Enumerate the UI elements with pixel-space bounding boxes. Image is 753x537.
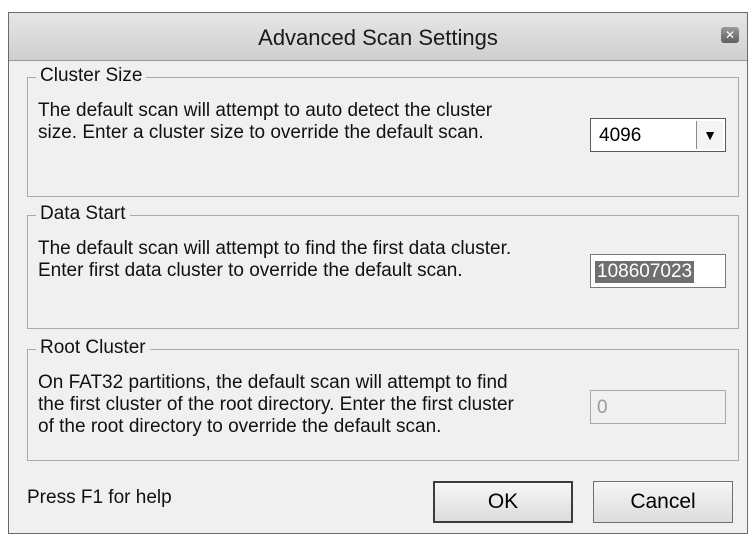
ok-button[interactable]: OK [433, 481, 573, 523]
cancel-button[interactable]: Cancel [593, 481, 733, 523]
data-start-description: The default scan will attempt to find th… [38, 238, 512, 281]
chevron-down-icon[interactable]: ▼ [696, 121, 723, 149]
advanced-scan-settings-dialog: Advanced Scan Settings ✕ Cluster Size Th… [8, 12, 748, 534]
root-cluster-group: Root Cluster On FAT32 partitions, the de… [27, 337, 739, 461]
data-start-input[interactable]: 108607023 [590, 254, 726, 288]
cluster-size-description: The default scan will attempt to auto de… [38, 100, 493, 143]
cluster-size-group: Cluster Size The default scan will attem… [27, 65, 739, 197]
title-bar[interactable]: Advanced Scan Settings ✕ [9, 13, 747, 61]
root-cluster-legend: Root Cluster [36, 337, 150, 359]
cluster-size-legend: Cluster Size [36, 65, 147, 87]
data-start-value: 108607023 [595, 261, 695, 283]
root-cluster-description: On FAT32 partitions, the default scan wi… [38, 372, 514, 437]
help-hint: Press F1 for help [27, 487, 172, 508]
root-cluster-input[interactable]: 0 [590, 390, 726, 424]
cluster-size-dropdown[interactable]: 4096 ▼ [590, 118, 726, 152]
root-cluster-value: 0 [597, 397, 608, 418]
dialog-title: Advanced Scan Settings [258, 25, 498, 50]
cluster-size-selected-value: 4096 [599, 125, 642, 146]
data-start-legend: Data Start [36, 203, 130, 225]
data-start-group: Data Start The default scan will attempt… [27, 203, 739, 329]
close-icon[interactable]: ✕ [721, 27, 739, 43]
